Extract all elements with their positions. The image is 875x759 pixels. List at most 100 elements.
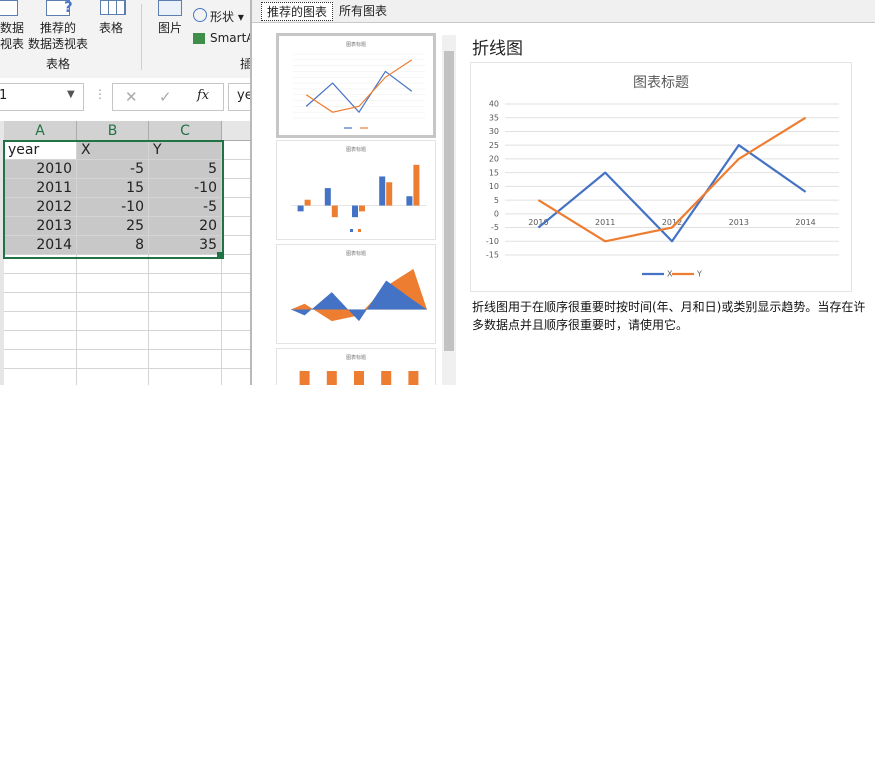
cell-r13-c2[interactable] [77,369,149,385]
cell-r6-c4[interactable] [222,236,250,255]
thumbnail-title: 图表标题 [346,146,366,153]
insert-function-icon[interactable]: fx [197,88,209,103]
name-box-value: 1 [0,88,8,103]
y-tick-label: 15 [489,168,499,177]
thumbnail-line-y [305,59,413,113]
cell-r10-c2[interactable] [77,312,149,331]
cell-r8-c3[interactable] [149,274,222,293]
cell-r2-c4[interactable] [222,160,250,179]
column-header-a[interactable]: A [4,121,77,141]
y-tick-label: -15 [486,251,499,260]
thumbnail-bar-x [297,205,304,212]
thumbnail-title: 图表标题 [346,250,366,257]
cell-r11-c2[interactable] [77,331,149,350]
cell-r12-c2[interactable] [77,350,149,369]
table-label: 表格 [99,21,124,35]
group-tables-label: 表格 [46,57,71,71]
pivot-label-line2: 视表 [0,37,25,51]
thumbnail-bar-y [359,205,365,212]
thumbnail-bar-x [352,205,358,218]
worksheet-grid[interactable]: A B C year X Y 2010 -5 5 2011 15 -10 2012 -10 -5 201… [0,121,250,385]
cell-r7-c4[interactable] [222,255,250,274]
thumbnail-line-svg: 图表标题 [293,41,425,129]
cell-r5-c4[interactable] [222,217,250,236]
cell-r12-c4[interactable] [222,350,250,369]
cell-r9-c4[interactable] [222,293,250,312]
y-tick-label: 35 [489,113,499,122]
formula-bar: 1 ▼ ⋮ ✕ ✓ fx ye [0,78,270,122]
table-button[interactable]: 表格 [96,0,132,52]
cell-r13-c3[interactable] [149,369,222,385]
cell-r9-c3[interactable] [149,293,222,312]
thumbnail-line-chart[interactable]: 图表标题 [276,33,436,138]
cell-r3-c4[interactable] [222,179,250,198]
cell-r13-c4[interactable] [222,369,250,385]
thumbnail-column-svg: 图表标题 [291,146,427,232]
scrollbar-thumb[interactable] [444,51,454,351]
recommended-pivot-line2: 数据透视表 [28,37,89,51]
thumbnail-scrollbar[interactable] [442,35,456,385]
cell-r13-c1[interactable] [4,369,77,385]
cell-r12-c3[interactable] [149,350,222,369]
column-header-b[interactable]: B [77,121,149,141]
shapes-label: 形状 ▾ [210,10,244,24]
thumbnail-bar-x [379,176,386,206]
cell-r1-c4[interactable] [222,141,250,160]
cell-r12-c1[interactable] [4,350,77,369]
recommended-pivot-button[interactable]: ? 推荐的 数据透视表 [28,0,90,52]
shapes-button[interactable]: 形状 ▾ [193,8,253,24]
cell-r10-c4[interactable] [222,312,250,331]
y-tick-label: 30 [489,127,499,136]
cell-r8-c1[interactable] [4,274,77,293]
dialog-tab-strip: 推荐的图表 所有图表 [252,0,875,23]
cell-r9-c1[interactable] [4,293,77,312]
name-box[interactable]: 1 ▼ [0,83,84,111]
cell-r11-c1[interactable] [4,331,77,350]
thumbnail-bar-x [324,188,331,206]
cell-r8-c2[interactable] [77,274,149,293]
thumbnail-stacked-bar [408,371,419,385]
thumbnail-legend-x [350,229,353,232]
cell-r10-c3[interactable] [149,312,222,331]
cell-r4-c4[interactable] [222,198,250,217]
thumbnail-stacked-bar [354,371,364,385]
fill-handle[interactable] [217,252,222,257]
thumbnail-stacked-column-chart[interactable]: 图表标题 [276,348,436,385]
cancel-icon[interactable]: ✕ [125,88,138,106]
thumbnail-stacked-bar [326,371,337,385]
thumbnail-bar-y [386,182,393,206]
y-tick-label: 40 [489,100,499,109]
picture-label: 图片 [158,21,183,35]
tab-all-charts[interactable]: 所有图表 [334,2,392,21]
y-tick-label: 0 [494,209,499,218]
column-header-c[interactable]: C [149,121,222,141]
y-tick-label: -5 [491,223,499,232]
smartart-label: SmartA [210,31,255,45]
thumbnail-bar-y [304,199,311,206]
tab-recommended-charts[interactable]: 推荐的图表 [261,2,334,21]
cell-r11-c4[interactable] [222,331,250,350]
thumbnail-clustered-column-chart[interactable]: 图表标题 [276,140,436,240]
enter-icon[interactable]: ✓ [159,88,172,106]
table-icon [100,0,126,15]
help-question-icon: ? [64,0,73,16]
formula-actions: ✕ ✓ fx [112,83,224,111]
smartart-button[interactable]: SmartA [193,31,255,47]
chart-type-title: 折线图 [472,39,523,59]
y-tick-label: 25 [489,141,499,150]
chart-title: 图表标题 [633,75,689,91]
picture-button[interactable]: 图片 [152,0,188,52]
thumbnail-bar-y [331,205,338,218]
cell-r11-c3[interactable] [149,331,222,350]
picture-icon [158,0,182,16]
thumbnail-stacked-bar [299,371,310,385]
cell-r10-c1[interactable] [4,312,77,331]
smartart-icon [193,33,205,44]
name-box-dropdown-icon[interactable]: ▼ [67,89,75,100]
cell-r8-c4[interactable] [222,274,250,293]
cell-r9-c2[interactable] [77,293,149,312]
recommended-pivot-line1: 推荐的 [40,21,77,35]
thumbnail-area-chart[interactable]: 图表标题 [276,244,436,344]
column-header-d[interactable] [222,121,250,141]
pivot-table-button[interactable]: 数据 视表 [0,0,24,52]
